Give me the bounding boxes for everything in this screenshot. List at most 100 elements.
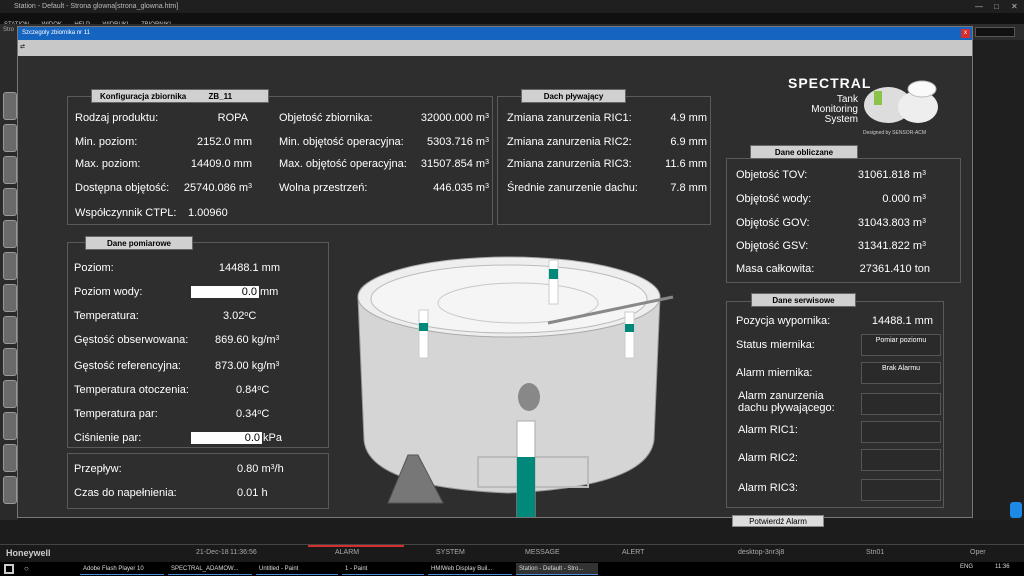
- roof-alarm-label-line2: dachu pływającego:: [738, 402, 835, 414]
- roof-alarm-value: [861, 393, 941, 415]
- ric1-gauge-fill: [419, 323, 428, 331]
- float-position-label: Pozycja wypornika:: [736, 315, 831, 327]
- dialog-title: Szczegoly zbiornika nr 11: [18, 27, 972, 40]
- side-tool-button[interactable]: [3, 348, 17, 376]
- alert-tab[interactable]: ALERT: [622, 549, 644, 556]
- side-tool-button[interactable]: [3, 252, 17, 280]
- spectral-logo: SPECTRAL Tank Monitoring System Designed…: [778, 76, 963, 137]
- free-space-label: Wolna przestrzeń:: [279, 182, 368, 194]
- gauge-head-icon: [518, 383, 540, 411]
- dialog-close-icon[interactable]: x: [961, 29, 970, 38]
- tov-value: 31061.818 m3: [857, 169, 926, 181]
- main-level-gauge-fill: [517, 457, 535, 517]
- taskbar-item-active[interactable]: Station - Default - Stro...: [516, 563, 598, 575]
- window-titlebar: Station - Default - Strona glowna[strona…: [0, 0, 1024, 13]
- gsv-label: Objętość GSV:: [736, 240, 809, 252]
- honeywell-logo: Honeywell: [6, 548, 51, 558]
- taskbar-clock: 11:36: [995, 564, 1010, 570]
- strip-label: Stro: [3, 27, 15, 33]
- ctpl-label: Współczynnik CTPL:: [75, 207, 177, 219]
- os-taskbar: ○ Adobe Flash Player 10 SPECTRAL_ADAMOW.…: [0, 562, 1024, 576]
- taskbar-item[interactable]: Adobe Flash Player 10: [80, 563, 164, 575]
- min-level-value: 2152.0 mm: [196, 136, 252, 148]
- taskbar-item[interactable]: SPECTRAL_ADAMOW...: [168, 563, 252, 575]
- side-tool-button[interactable]: [3, 476, 17, 504]
- ric2-alarm-label: Alarm RIC2:: [738, 452, 798, 464]
- host-name: desktop-3nr3j8: [738, 549, 785, 556]
- ric3-change-value: 11.6 mm: [665, 158, 707, 170]
- search-icon[interactable]: ○: [24, 564, 29, 573]
- gauge-status-label: Status miernika:: [736, 339, 815, 351]
- ric1-gauge: [418, 309, 429, 359]
- max-level-label: Max. poziom:: [75, 158, 141, 170]
- ric3-alarm-value: [861, 479, 941, 501]
- side-tool-button[interactable]: [3, 92, 17, 120]
- tank-volume-label: Objetość zbiornika:: [279, 112, 373, 124]
- float-position-value: 14488.1 mm: [871, 315, 933, 327]
- message-tab[interactable]: MESSAGE: [525, 549, 560, 556]
- reference-density-value: 873.00 kg/m3: [215, 360, 280, 372]
- ric1-alarm-label: Alarm RIC1:: [738, 424, 798, 436]
- roof-title: Dach pływający: [521, 89, 626, 103]
- side-tool-button[interactable]: [3, 124, 17, 152]
- taskbar-item[interactable]: Untitled - Paint: [256, 563, 338, 575]
- left-toolbar: [0, 40, 18, 520]
- system-tab[interactable]: SYSTEM: [436, 549, 465, 556]
- side-tool-button[interactable]: [3, 380, 17, 408]
- ric2-change-label: Zmiana zanurzenia RIC2:: [507, 136, 632, 148]
- reference-density-label: Gęstość referencyjna:: [74, 360, 181, 372]
- side-tool-button[interactable]: [3, 316, 17, 344]
- windows-start-icon[interactable]: [4, 564, 14, 574]
- ric1-alarm-value: [861, 421, 941, 443]
- page-dropdown[interactable]: [975, 27, 1015, 37]
- close-icon[interactable]: ✕: [1011, 0, 1018, 13]
- arrows-icon[interactable]: ⇄: [20, 43, 25, 50]
- minimize-icon[interactable]: —: [975, 0, 983, 13]
- gov-value: 31043.803 m3: [857, 217, 926, 229]
- measure-title: Dane pomiarowe: [85, 236, 193, 250]
- min-op-volume-label: Min. objętość operacyjna:: [279, 136, 404, 148]
- flow-label: Przepływ:: [74, 463, 122, 475]
- side-tool-button[interactable]: [3, 444, 17, 472]
- shield-icon[interactable]: [1010, 502, 1022, 518]
- ric2-gauge: [548, 259, 559, 305]
- logo-line3: System: [824, 114, 858, 125]
- max-op-volume-label: Max. objętość operacyjna:: [279, 158, 407, 170]
- alarm-tab[interactable]: ALARM: [335, 549, 359, 556]
- level-value: 14488.1 mm: [218, 262, 280, 274]
- dialog-toolbar: ⇄: [18, 40, 972, 56]
- water-level-input[interactable]: 0.0: [191, 286, 259, 298]
- side-tool-button[interactable]: [3, 284, 17, 312]
- side-tool-button[interactable]: [3, 220, 17, 248]
- water-level-unit: mm: [260, 286, 279, 298]
- confirm-alarm-button[interactable]: Potwierdź Alarm: [732, 515, 824, 527]
- tov-label: Objetość TOV:: [736, 169, 808, 181]
- ric2-alarm-value: [861, 449, 941, 471]
- min-op-volume-value: 5303.716 m3: [426, 136, 489, 148]
- total-mass-value: 27361.410 ton: [859, 263, 930, 275]
- side-tool-button[interactable]: [3, 156, 17, 184]
- side-tool-button[interactable]: [3, 412, 17, 440]
- side-tool-button[interactable]: [3, 188, 17, 216]
- avg-roof-value: 7.8 mm: [670, 182, 707, 194]
- flow-value: 0.80 m3/h: [237, 463, 284, 475]
- available-volume-value: 25740.086 m3: [183, 182, 252, 194]
- gsv-value: 31341.822 m3: [857, 240, 926, 252]
- vapour-pressure-input[interactable]: 0.0: [191, 432, 262, 444]
- taskbar-item[interactable]: 1 - Paint: [342, 563, 424, 575]
- ric1-change-label: Zmiana zanurzenia RIC1:: [507, 112, 632, 124]
- product-label: Rodzaj produktu:: [75, 112, 159, 124]
- taskbar-item[interactable]: HMIWeb Display Buil...: [428, 563, 512, 575]
- language-indicator[interactable]: ENG: [960, 564, 973, 570]
- tanks-logo-icon: [864, 80, 938, 123]
- calc-title: Dane obliczane: [750, 145, 858, 159]
- tank-volume-value: 32000.000 m3: [420, 112, 489, 124]
- ambient-temp-label: Temperatura otoczenia:: [74, 384, 189, 396]
- max-op-volume-value: 31507.854 m3: [420, 158, 489, 170]
- ric2-change-value: 6.9 mm: [670, 136, 707, 148]
- gauge-status-value: Pomiar poziomu: [861, 334, 941, 356]
- maximize-icon[interactable]: □: [994, 0, 999, 13]
- max-level-value: 14409.0 mm: [190, 158, 252, 170]
- config-title: Konfiguracja zbiornika ZB_11: [91, 89, 269, 103]
- ric3-gauge: [624, 311, 635, 359]
